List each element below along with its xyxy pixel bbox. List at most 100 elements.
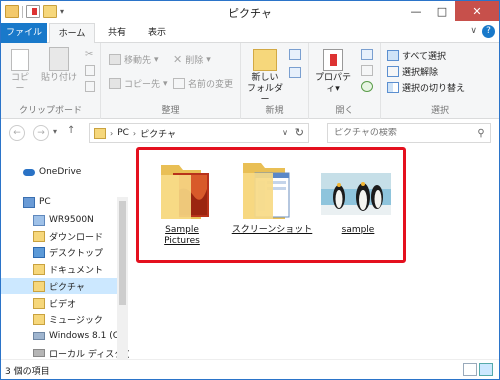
nav-item-onedrive[interactable]: OneDrive (23, 165, 81, 179)
nav-item-pictures[interactable]: ピクチャ (1, 278, 117, 294)
file-name: スクリーンショット (231, 225, 313, 235)
paste-button[interactable]: 貼り付け (41, 47, 77, 84)
videos-folder-icon (33, 297, 45, 309)
chevron-down-icon: ▾ (335, 84, 340, 94)
rename-label: 名前の変更 (188, 80, 234, 90)
recent-locations-chevron-icon[interactable]: ▾ (53, 127, 57, 136)
file-item-sample-pictures[interactable]: Sample Pictures (139, 153, 225, 247)
tab-file[interactable]: ファイル (1, 23, 47, 43)
nav-item-label: ミュージック (49, 315, 103, 326)
delete-button[interactable]: ✕ 削除 ▾ (173, 53, 211, 66)
file-item-screenshots[interactable]: スクリーンショット (229, 153, 315, 236)
folder-icon (229, 153, 315, 223)
expand-ribbon-icon[interactable]: ∨ (470, 26, 477, 36)
open-icon[interactable] (361, 49, 373, 60)
clipboard-group: コピー 貼り付け ✂ クリップボード (1, 43, 101, 119)
nav-item-pc[interactable]: PC (23, 195, 51, 209)
organize-group-label: 整理 (161, 106, 180, 116)
clipboard-group-label: クリップボード (18, 106, 82, 116)
properties-button[interactable]: プロパティ▾ (311, 47, 355, 95)
nav-pane-scrollbar[interactable] (117, 197, 128, 359)
select-group: すべて選択 選択解除 選択の切り替え 選択 (381, 43, 499, 119)
scrollbar-thumb[interactable] (119, 201, 126, 305)
paste-shortcut-icon[interactable] (85, 81, 95, 92)
nav-item-downloads[interactable]: ダウンロード (33, 229, 103, 243)
window-controls: — □ ✕ (403, 1, 499, 21)
forward-button[interactable]: → (33, 125, 49, 141)
organize-group: 移動先 ▾ コピー先 ▾ ✕ 削除 ▾ 名前の変更 整理 (101, 43, 241, 119)
up-button[interactable]: ↑ (67, 125, 75, 136)
copy-to-label: コピー先 (124, 80, 161, 90)
breadcrumb-pictures[interactable]: ピクチャ (140, 127, 176, 140)
search-icon[interactable]: ⚲ (472, 128, 490, 139)
address-bar[interactable]: › PC › ピクチャ ∨ ↻ (89, 123, 309, 143)
new-folder-label-line1: 新しい (251, 73, 279, 83)
copy-to-button[interactable]: コピー先 ▾ (109, 77, 168, 90)
nav-item-windows-drive[interactable]: Windows 8.1 (C (33, 329, 119, 343)
drive-icon (33, 349, 45, 357)
nav-item-documents[interactable]: ドキュメント (33, 262, 103, 276)
help-icon[interactable]: ? (482, 25, 495, 38)
nav-item-local-disk[interactable]: ローカル ディスク (E (33, 346, 129, 359)
search-input[interactable] (334, 128, 472, 138)
nav-item-label: ピクチャ (49, 282, 85, 293)
nav-item-desktop[interactable]: デスクトップ (33, 245, 103, 259)
edit-icon[interactable] (361, 65, 373, 76)
copy-icon (11, 49, 29, 71)
rename-button[interactable]: 名前の変更 (173, 77, 233, 90)
select-all-button[interactable]: すべて選択 (387, 49, 446, 62)
item-count: 3 個の項目 (5, 367, 50, 377)
invert-selection-icon (387, 82, 399, 93)
move-to-label: 移動先 (124, 56, 152, 66)
copy-label: コピー (10, 73, 29, 94)
folder-icon (139, 153, 225, 223)
move-to-icon (109, 54, 121, 65)
history-icon[interactable] (361, 81, 373, 92)
cloud-icon (23, 168, 35, 176)
new-folder-button[interactable]: 新しい フォルダー (245, 47, 285, 106)
new-group-label: 新規 (265, 106, 284, 116)
pictures-folder-icon (33, 280, 45, 292)
nav-item-wr9500n[interactable]: WR9500N (33, 213, 94, 227)
desktop-folder-icon (33, 246, 45, 258)
invert-selection-button[interactable]: 選択の切り替え (387, 81, 465, 94)
select-none-label: 選択解除 (402, 68, 439, 78)
tab-share[interactable]: 共有 (99, 23, 135, 43)
back-button[interactable]: ← (9, 125, 25, 141)
copy-path-icon[interactable] (85, 65, 95, 76)
network-device-icon (33, 214, 45, 226)
nav-item-label: Windows 8.1 (C (49, 331, 120, 341)
nav-item-label: PC (39, 197, 51, 207)
copy-button[interactable]: コピー (7, 47, 33, 95)
penguin-image-thumbnail (315, 153, 401, 223)
nav-item-label: ダウンロード (49, 232, 104, 243)
select-none-button[interactable]: 選択解除 (387, 65, 438, 78)
minimize-button[interactable]: — (403, 1, 429, 21)
select-none-icon (387, 66, 399, 77)
nav-item-videos[interactable]: ビデオ (33, 296, 76, 310)
open-group: プロパティ▾ 開く (309, 43, 381, 119)
large-icons-view-button[interactable] (479, 363, 493, 376)
close-button[interactable]: ✕ (455, 1, 499, 21)
file-name: sample (341, 225, 375, 235)
drive-icon (33, 332, 45, 340)
easy-access-icon[interactable] (289, 67, 301, 78)
breadcrumb-chevron-icon[interactable]: › (133, 129, 136, 138)
breadcrumb-chevron-icon[interactable]: › (110, 129, 113, 138)
tab-view[interactable]: 表示 (139, 23, 175, 43)
breadcrumb-pc[interactable]: PC (117, 128, 129, 138)
maximize-button[interactable]: □ (429, 1, 455, 21)
file-item-sample-image[interactable]: sample (315, 153, 401, 236)
search-box[interactable]: ⚲ (327, 123, 491, 143)
new-item-icon[interactable] (289, 49, 301, 60)
tab-home[interactable]: ホーム (49, 23, 95, 44)
title-bar: ▾ ピクチャ — □ ✕ (1, 1, 499, 23)
open-group-label: 開く (335, 106, 354, 116)
rename-icon (173, 78, 185, 89)
address-dropdown-icon[interactable]: ∨ (282, 128, 288, 137)
refresh-icon[interactable]: ↻ (295, 126, 304, 139)
cut-icon[interactable]: ✂ (85, 49, 97, 60)
nav-item-music[interactable]: ミュージック (33, 312, 103, 326)
move-to-button[interactable]: 移動先 ▾ (109, 53, 159, 66)
details-view-button[interactable] (463, 363, 477, 376)
